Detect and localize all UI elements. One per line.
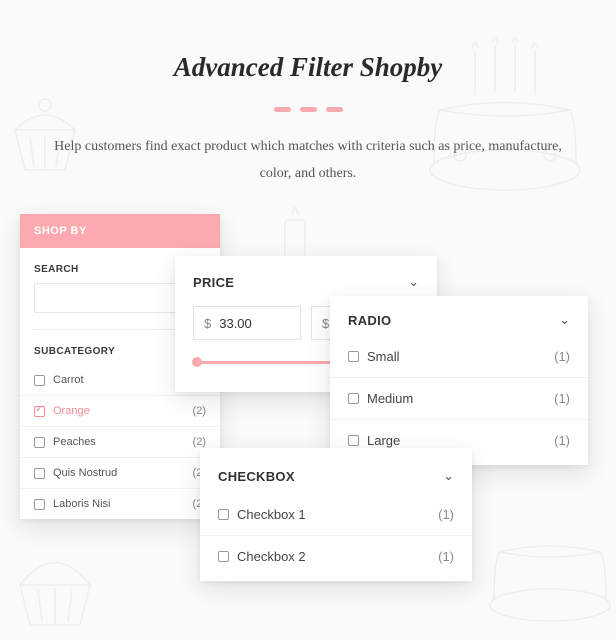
- radio-option-label: Small: [367, 349, 400, 364]
- checkbox-icon: [218, 551, 229, 562]
- checkbox-icon: [218, 509, 229, 520]
- currency-symbol: $: [204, 316, 211, 331]
- subcategory-name: Quis Nostrud: [53, 467, 117, 479]
- cake-doodle-2: [480, 470, 616, 630]
- radio-count: (1): [554, 391, 570, 406]
- radio-option-label: Medium: [367, 391, 413, 406]
- subcategory-name: Laboris Nisi: [53, 498, 110, 510]
- checkbox-panel: CHECKBOX ⌄ Checkbox 1 (1) Checkbox 2 (1): [200, 448, 472, 581]
- subcategory-item[interactable]: Orange (2): [20, 396, 220, 427]
- price-from-value: 33.00: [219, 316, 252, 331]
- checkbox-count: (1): [438, 549, 454, 564]
- checkbox-icon: [348, 351, 359, 362]
- checkbox-option-label: Checkbox 2: [237, 549, 306, 564]
- chevron-down-icon[interactable]: ⌄: [559, 312, 570, 328]
- subcategory-item[interactable]: Quis Nostrud (2): [20, 458, 220, 489]
- checkbox-icon: [348, 393, 359, 404]
- checkbox-label: CHECKBOX: [218, 469, 295, 484]
- price-from-input[interactable]: $ 33.00: [193, 306, 301, 340]
- subcategory-item[interactable]: Laboris Nisi (2): [20, 489, 220, 519]
- shopby-header: SHOP BY: [20, 214, 220, 248]
- radio-item[interactable]: Small (1): [330, 336, 588, 378]
- price-label: PRICE: [193, 275, 234, 290]
- chevron-down-icon[interactable]: ⌄: [408, 274, 419, 290]
- radio-item[interactable]: Medium (1): [330, 378, 588, 420]
- radio-count: (1): [554, 433, 570, 448]
- subcategory-item[interactable]: Peaches (2): [20, 427, 220, 458]
- radio-label: RADIO: [348, 313, 391, 328]
- slider-thumb-left[interactable]: [192, 357, 202, 367]
- page-subtitle: Help customers find exact product which …: [38, 134, 578, 187]
- checkbox-option-label: Checkbox 1: [237, 507, 306, 522]
- subcategory-name: Carrot: [53, 374, 84, 386]
- checkbox-count: (1): [438, 507, 454, 522]
- checkbox-icon: [34, 468, 45, 479]
- subcategory-count: (2): [193, 436, 206, 448]
- checkbox-icon: [34, 406, 45, 417]
- cupcake-doodle-2: [0, 530, 120, 640]
- checkbox-icon: [34, 437, 45, 448]
- currency-symbol: $: [322, 316, 329, 331]
- checkbox-item[interactable]: Checkbox 2 (1): [200, 536, 472, 577]
- subcategory-name: Peaches: [53, 436, 96, 448]
- subcategory-name: Orange: [53, 405, 90, 417]
- radio-count: (1): [554, 349, 570, 364]
- page-title: Advanced Filter Shopby: [0, 0, 616, 83]
- checkbox-icon: [34, 499, 45, 510]
- radio-panel: RADIO ⌄ Small (1) Medium (1) Large (1): [330, 296, 588, 465]
- checkbox-item[interactable]: Checkbox 1 (1): [200, 494, 472, 536]
- chevron-down-icon[interactable]: ⌄: [443, 468, 454, 484]
- checkbox-icon: [348, 435, 359, 446]
- checkbox-icon: [34, 375, 45, 386]
- subcategory-count: (2): [193, 405, 206, 417]
- title-underline: [0, 107, 616, 112]
- radio-option-label: Large: [367, 433, 400, 448]
